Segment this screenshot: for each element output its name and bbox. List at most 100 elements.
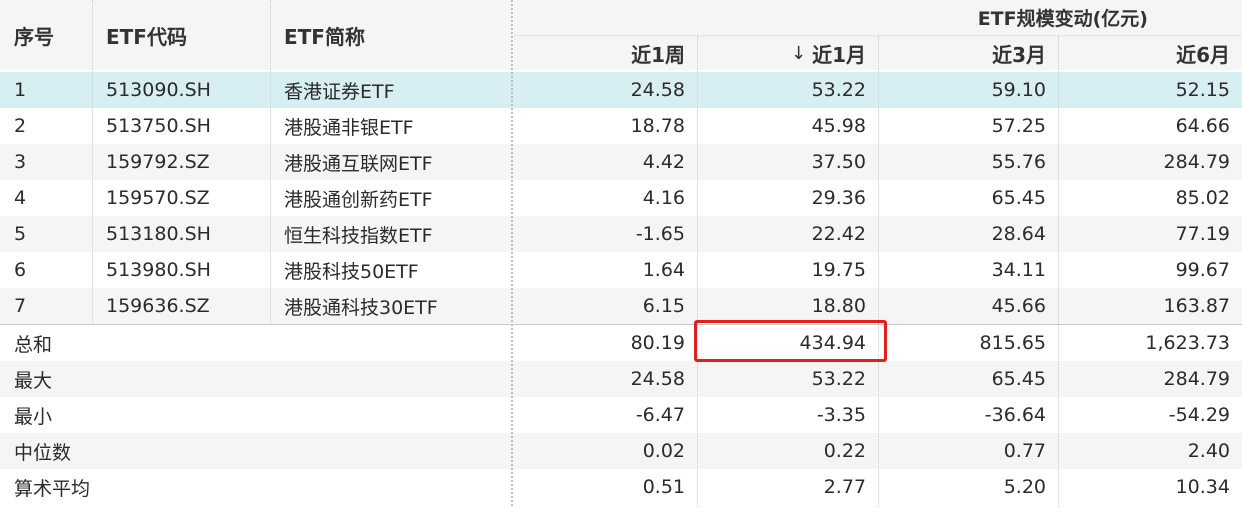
row-3-month: 45.66 — [991, 295, 1046, 317]
summary-1-week: 0.02 — [642, 440, 685, 462]
row-1-week: 6.15 — [642, 295, 685, 317]
summary-1-month: 0.22 — [823, 440, 866, 462]
column-divider — [92, 0, 93, 324]
header-6-month-label: 近6月 — [1176, 42, 1230, 67]
header-1-month-label: 近1月 — [812, 42, 866, 67]
column-divider — [878, 36, 879, 508]
row-3-month: 57.25 — [991, 115, 1046, 137]
row-etf-code: 513980.SH — [106, 259, 211, 281]
summary-row-max: 最大 24.58 53.22 65.45 284.79 — [0, 361, 1242, 397]
header-1-week-label: 近1周 — [631, 42, 685, 67]
summary-1-week: 0.51 — [642, 476, 685, 498]
summary-1-week: 80.19 — [630, 332, 685, 354]
row-1-month: 19.75 — [811, 259, 866, 281]
etf-scale-table: 序号 ETF代码 ETF简称 ETF规模变动(亿元) 近1周 ↓ 近1月 近3月 … — [0, 0, 1242, 508]
row-6-month: 85.02 — [1175, 187, 1230, 209]
summary-3-month: 0.77 — [1003, 440, 1046, 462]
summary-row-median: 中位数 0.02 0.22 0.77 2.40 — [0, 433, 1242, 469]
header-3-month[interactable]: 近3月 — [878, 36, 1058, 70]
row-3-month: 28.64 — [991, 223, 1046, 245]
row-3-month: 34.11 — [991, 259, 1046, 281]
row-index: 3 — [14, 151, 27, 173]
header-1-week[interactable]: 近1周 — [514, 36, 697, 70]
row-etf-code: 513090.SH — [106, 79, 211, 101]
summary-3-month: 5.20 — [1003, 476, 1046, 498]
row-1-month: 45.98 — [811, 115, 866, 137]
summary-1-week: -6.47 — [635, 404, 685, 426]
summary-6-month: 10.34 — [1175, 476, 1230, 498]
row-etf-name: 恒生科技指数ETF — [284, 224, 433, 247]
summary-row-total: 总和 80.19 434.94 815.65 1,623.73 — [0, 325, 1242, 361]
header-etf-code[interactable]: ETF代码 — [92, 0, 270, 70]
row-etf-code: 513750.SH — [106, 115, 211, 137]
row-1-month: 37.50 — [811, 151, 866, 173]
summary-3-month: -36.64 — [984, 404, 1046, 426]
header-6-month[interactable]: 近6月 — [1058, 36, 1242, 70]
row-index: 7 — [14, 295, 27, 317]
summary-1-month: 53.22 — [811, 368, 866, 390]
table-row[interactable]: 4 159570.SZ 港股通创新药ETF 4.16 29.36 65.45 8… — [0, 180, 1242, 216]
header-etf-name[interactable]: ETF简称 — [270, 0, 512, 70]
row-3-month: 55.76 — [991, 151, 1046, 173]
table-row[interactable]: 3 159792.SZ 港股通互联网ETF 4.42 37.50 55.76 2… — [0, 144, 1242, 180]
summary-1-month: 434.94 — [799, 332, 866, 354]
summary-3-month: 65.45 — [991, 368, 1046, 390]
row-6-month: 52.15 — [1175, 79, 1230, 101]
frozen-pane-divider[interactable] — [511, 0, 513, 508]
summary-row-min: 最小 -6.47 -3.35 -36.64 -54.29 — [0, 397, 1242, 433]
row-3-month: 59.10 — [991, 79, 1046, 101]
row-etf-name: 港股通科技30ETF — [284, 296, 438, 319]
table-row[interactable]: 5 513180.SH 恒生科技指数ETF -1.65 22.42 28.64 … — [0, 216, 1242, 252]
row-1-week: 4.16 — [642, 187, 685, 209]
row-6-month: 64.66 — [1175, 115, 1230, 137]
summary-6-month: 2.40 — [1187, 440, 1230, 462]
row-1-month: 29.36 — [811, 187, 866, 209]
row-3-month: 65.45 — [991, 187, 1046, 209]
header-1-month[interactable]: ↓ 近1月 — [697, 36, 878, 70]
summary-row-mean: 算术平均 0.51 2.77 5.20 10.34 — [0, 469, 1242, 505]
table-row[interactable]: 6 513980.SH 港股科技50ETF 1.64 19.75 34.11 9… — [0, 252, 1242, 288]
sort-descending-icon: ↓ — [790, 42, 807, 64]
row-etf-name: 港股通互联网ETF — [284, 152, 433, 175]
table-row[interactable]: 2 513750.SH 港股通非银ETF 18.78 45.98 57.25 6… — [0, 108, 1242, 144]
row-etf-code: 159636.SZ — [106, 295, 210, 317]
row-1-week: 24.58 — [630, 79, 685, 101]
row-index: 4 — [14, 187, 27, 209]
row-1-month: 18.80 — [811, 295, 866, 317]
summary-label: 算术平均 — [14, 477, 91, 500]
summary-label: 最小 — [14, 405, 53, 428]
summary-3-month: 815.65 — [979, 332, 1046, 354]
row-1-week: -1.65 — [635, 223, 685, 245]
summary-label: 最大 — [14, 369, 53, 392]
row-index: 5 — [14, 223, 27, 245]
row-1-week: 18.78 — [630, 115, 685, 137]
summary-1-month: -3.35 — [816, 404, 866, 426]
row-1-week: 4.42 — [642, 151, 685, 173]
row-index: 1 — [14, 79, 27, 101]
row-1-month: 22.42 — [811, 223, 866, 245]
row-1-week: 1.64 — [642, 259, 685, 281]
row-etf-name: 港股通创新药ETF — [284, 188, 433, 211]
row-6-month: 163.87 — [1163, 295, 1230, 317]
summary-6-month: 1,623.73 — [1145, 332, 1230, 354]
summary-label: 总和 — [14, 333, 53, 356]
row-etf-code: 159570.SZ — [106, 187, 210, 209]
summary-1-month: 2.77 — [823, 476, 866, 498]
summary-divider — [0, 324, 1242, 325]
column-divider — [270, 0, 271, 324]
summary-1-week: 24.58 — [630, 368, 685, 390]
row-6-month: 77.19 — [1175, 223, 1230, 245]
summary-label: 中位数 — [14, 441, 72, 464]
row-etf-name: 港股通非银ETF — [284, 116, 414, 139]
row-index: 2 — [14, 115, 27, 137]
header-group-scale-change: ETF规模变动(亿元) — [514, 0, 1242, 36]
column-divider — [697, 36, 698, 508]
row-6-month: 99.67 — [1175, 259, 1230, 281]
row-6-month: 284.79 — [1163, 151, 1230, 173]
row-index: 6 — [14, 259, 27, 281]
header-index[interactable]: 序号 — [0, 0, 92, 70]
table-row[interactable]: 1 513090.SH 香港证券ETF 24.58 53.22 59.10 52… — [0, 72, 1242, 108]
summary-6-month: -54.29 — [1168, 404, 1230, 426]
row-etf-name: 港股科技50ETF — [284, 260, 419, 283]
table-row[interactable]: 7 159636.SZ 港股通科技30ETF 6.15 18.80 45.66 … — [0, 288, 1242, 324]
